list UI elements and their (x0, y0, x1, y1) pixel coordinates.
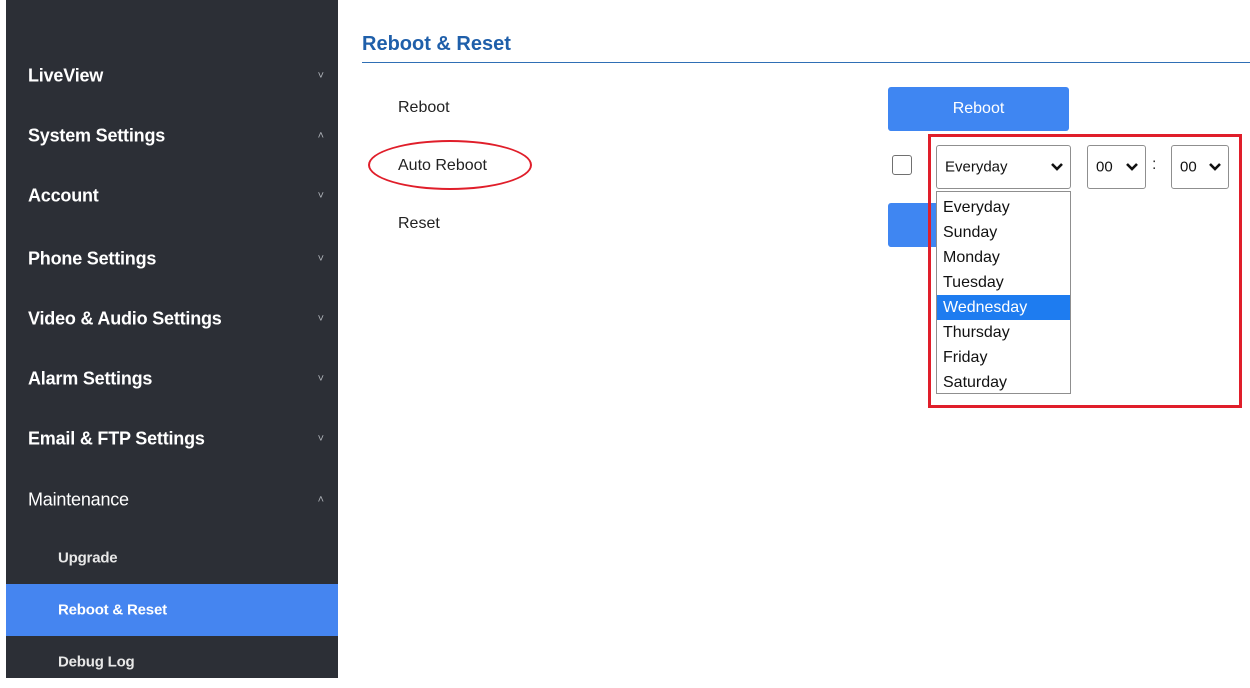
sidebar-item-account[interactable]: Account ˅ (6, 166, 338, 226)
chevron-down-icon: ˅ (317, 190, 324, 202)
chevron-down-icon: ˅ (317, 313, 324, 325)
sidebar-item-label: Video & Audio Settings (28, 308, 222, 329)
sidebar-subitem-label: Debug Log (58, 653, 135, 671)
sidebar-item-label: Phone Settings (28, 248, 157, 269)
chevron-down-icon: ˅ (317, 433, 324, 445)
annotation-ellipse (368, 140, 532, 190)
sidebar-item-maintenance[interactable]: Maintenance ˄ (6, 470, 338, 530)
auto-reboot-checkbox[interactable] (892, 155, 912, 175)
sidebar-subitem-reboot-reset[interactable]: Reboot & Reset (6, 584, 338, 636)
sidebar-item-label: Maintenance (28, 489, 129, 510)
sidebar-item-liveview[interactable]: LiveView ˅ (6, 46, 338, 106)
sidebar-subitem-debug-log[interactable]: Debug Log (6, 636, 338, 688)
sidebar-item-label: LiveView (28, 65, 104, 86)
sidebar-item-label: Email & FTP Settings (28, 428, 205, 449)
chevron-up-icon: ˄ (317, 494, 324, 506)
title-divider (362, 62, 1250, 63)
sidebar-item-system-settings[interactable]: System Settings ˄ (6, 106, 338, 166)
page-title: Reboot & Reset (362, 33, 511, 55)
sidebar-subitem-upgrade[interactable]: Upgrade (6, 532, 338, 584)
sidebar-subitem-label: Reboot & Reset (58, 601, 167, 619)
sidebar-item-email-ftp-settings[interactable]: Email & FTP Settings ˅ (6, 409, 338, 469)
reset-label: Reset (398, 215, 440, 232)
reboot-label: Reboot (398, 99, 450, 116)
sidebar-item-phone-settings[interactable]: Phone Settings ˅ (6, 229, 338, 289)
sidebar-item-label: Account (28, 185, 99, 206)
sidebar-item-alarm-settings[interactable]: Alarm Settings ˅ (6, 349, 338, 409)
sidebar-item-label: Alarm Settings (28, 368, 153, 389)
sidebar-item-label: System Settings (28, 125, 166, 146)
chevron-down-icon: ˅ (317, 373, 324, 385)
chevron-up-icon: ˄ (317, 130, 324, 142)
sidebar: LiveView ˅ System Settings ˄ Account ˅ P… (6, 0, 338, 678)
annotation-box (928, 134, 1242, 408)
chevron-down-icon: ˅ (317, 70, 324, 82)
reboot-button[interactable]: Reboot (888, 87, 1069, 131)
sidebar-subitem-label: Upgrade (58, 549, 118, 567)
chevron-down-icon: ˅ (317, 253, 324, 265)
sidebar-item-video-audio-settings[interactable]: Video & Audio Settings ˅ (6, 289, 338, 349)
